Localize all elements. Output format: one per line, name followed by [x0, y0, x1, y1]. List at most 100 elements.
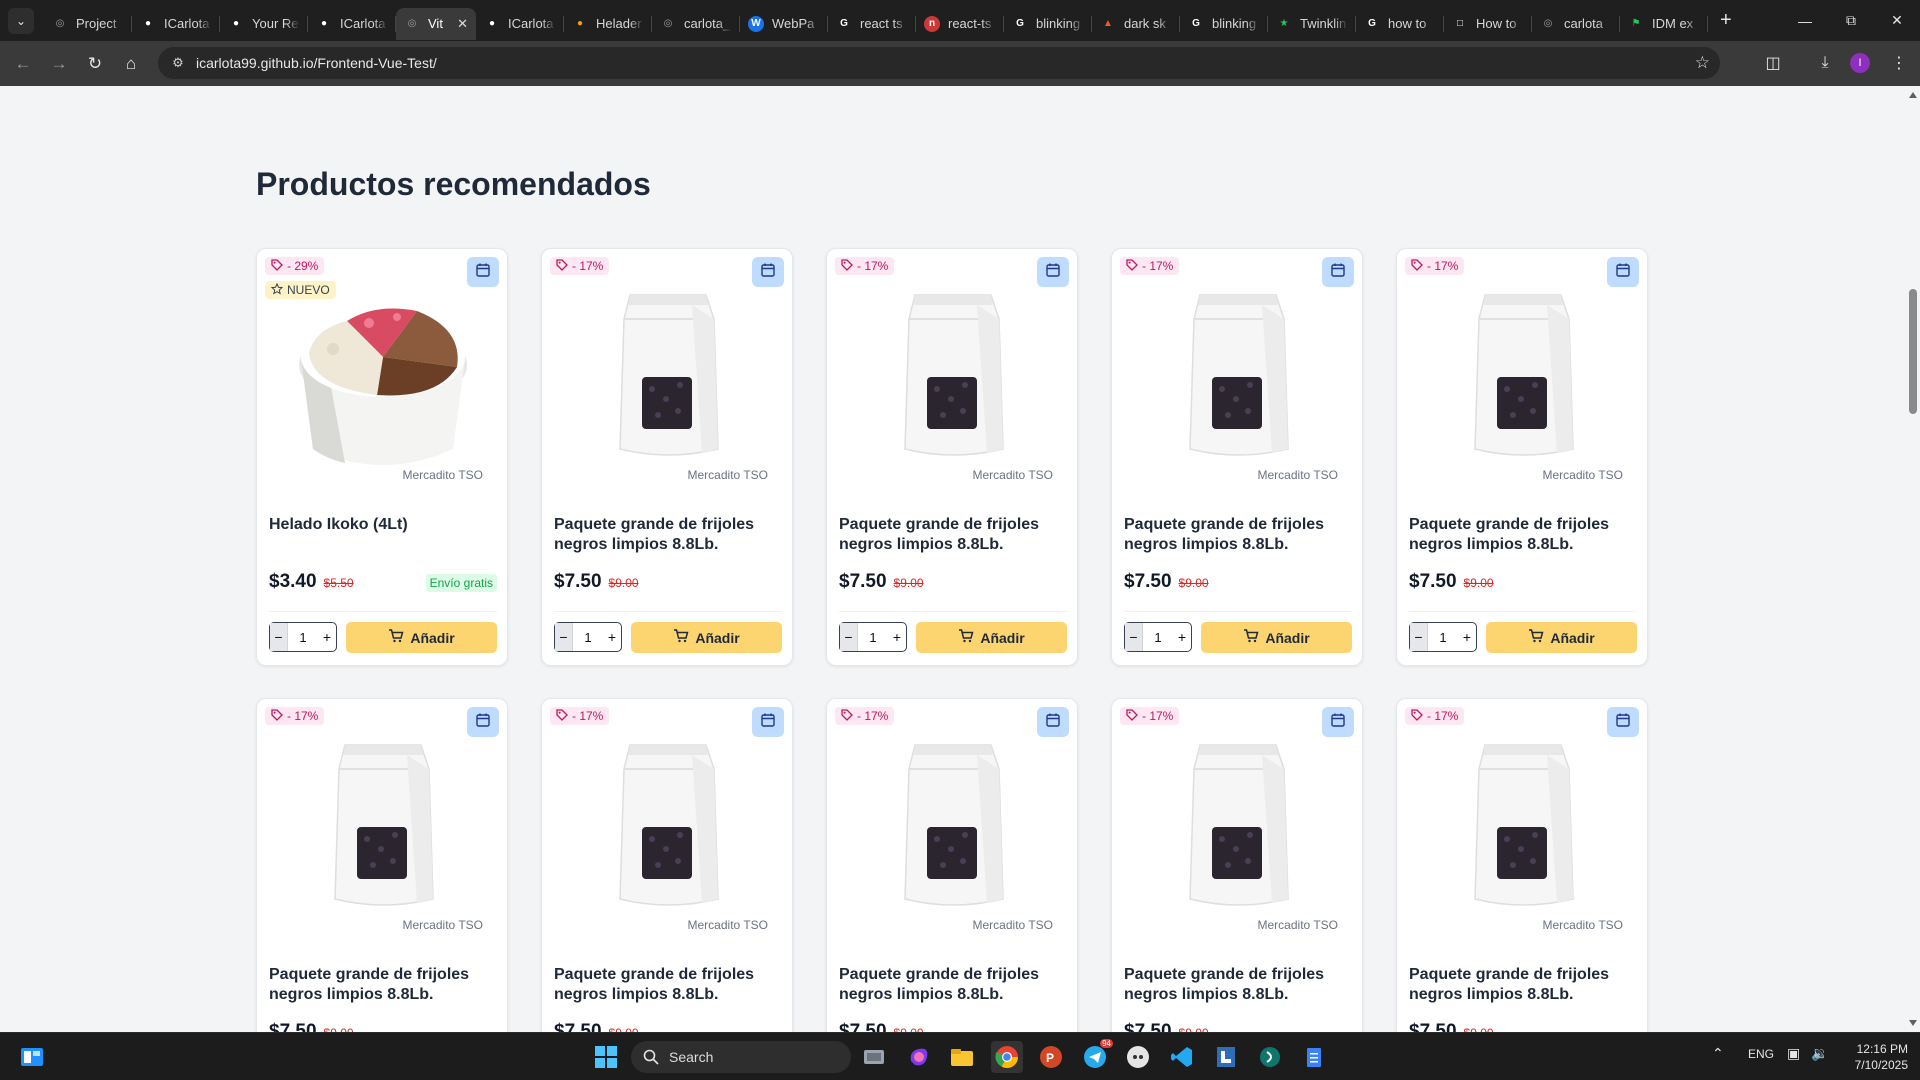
- page-scrollbar[interactable]: [1906, 86, 1920, 1032]
- download-icon[interactable]: ⤓: [1810, 48, 1840, 78]
- quantity-value[interactable]: 1: [858, 630, 888, 645]
- extensions-icon[interactable]: ◫: [1758, 48, 1788, 78]
- decrease-quantity-button[interactable]: −: [270, 623, 288, 651]
- product-title[interactable]: Helado Ikoko (4Lt): [269, 515, 497, 535]
- browser-tab[interactable]: Greact ts: [828, 8, 916, 40]
- widgets-icon[interactable]: [16, 1041, 48, 1073]
- browser-tab[interactable]: n react-ts: [916, 8, 1004, 40]
- taskbar-clock[interactable]: 12:16 PM 7/10/2025: [1855, 1041, 1908, 1073]
- calendar-button[interactable]: [1037, 707, 1069, 737]
- calendar-button[interactable]: [1607, 707, 1639, 737]
- browser-tab[interactable]: W WebPa: [740, 8, 828, 40]
- quantity-stepper[interactable]: −1 +: [1409, 622, 1477, 652]
- product-title[interactable]: Paquete grande de frijoles negros limpio…: [1124, 965, 1352, 1005]
- seller-name[interactable]: Mercadito TSO: [970, 467, 1055, 483]
- browser-tab[interactable]: Ghow to: [1356, 8, 1444, 40]
- dev-app-icon[interactable]: [1254, 1041, 1286, 1073]
- bookmark-star-icon[interactable]: ☆: [1695, 53, 1710, 73]
- add-to-cart-button[interactable]: Añadir: [631, 622, 782, 653]
- quantity-value[interactable]: 1: [1143, 630, 1173, 645]
- calendar-button[interactable]: [1607, 257, 1639, 287]
- new-tab-button[interactable]: +: [1720, 9, 1732, 32]
- browser-tab[interactable]: Gblinking: [1004, 8, 1092, 40]
- increase-quantity-button[interactable]: +: [318, 623, 336, 651]
- calendar-button[interactable]: [467, 257, 499, 287]
- browser-menu-icon[interactable]: ⋮: [1884, 48, 1914, 78]
- start-windows-icon[interactable]: [590, 1041, 622, 1073]
- app-dots-icon[interactable]: [1122, 1041, 1154, 1073]
- quantity-value[interactable]: 1: [573, 630, 603, 645]
- quantity-value[interactable]: 1: [288, 630, 318, 645]
- file-explorer-icon[interactable]: [946, 1041, 978, 1073]
- browser-tab[interactable]: ● Helader: [564, 8, 652, 40]
- browser-tab[interactable]: ◎ carlota_: [652, 8, 740, 40]
- scroll-up-icon[interactable]: [1909, 92, 1917, 98]
- decrease-quantity-button[interactable]: −: [555, 623, 573, 651]
- browser-tab[interactable]: Gblinking: [1180, 8, 1268, 40]
- browser-tab[interactable]: ● ICarlota: [132, 8, 220, 40]
- increase-quantity-button[interactable]: +: [1458, 623, 1476, 651]
- product-title[interactable]: Paquete grande de frijoles negros limpio…: [1124, 515, 1352, 555]
- chrome-icon[interactable]: [991, 1041, 1023, 1073]
- add-to-cart-button[interactable]: Añadir: [916, 622, 1067, 653]
- language-indicator[interactable]: ENG: [1748, 1047, 1774, 1061]
- scroll-thumb[interactable]: [1909, 289, 1917, 414]
- decrease-quantity-button[interactable]: −: [840, 623, 858, 651]
- seller-name[interactable]: Mercadito TSO: [1255, 917, 1340, 933]
- profile-avatar[interactable]: I: [1845, 48, 1875, 78]
- calendar-button[interactable]: [1322, 257, 1354, 287]
- network-icon[interactable]: ▣: [1787, 1045, 1800, 1062]
- add-to-cart-button[interactable]: Añadir: [346, 622, 497, 653]
- browser-tab[interactable]: ⚑ IDM ex: [1620, 8, 1708, 40]
- browser-tab[interactable]: ◎ Project: [44, 8, 132, 40]
- copilot-icon[interactable]: [903, 1041, 935, 1073]
- tray-chevron-up-icon[interactable]: ⌃: [1712, 1045, 1724, 1062]
- vscode-icon[interactable]: [1166, 1041, 1198, 1073]
- calendar-button[interactable]: [1322, 707, 1354, 737]
- calendar-button[interactable]: [752, 707, 784, 737]
- notepad-icon[interactable]: [1298, 1041, 1330, 1073]
- product-title[interactable]: Paquete grande de frijoles negros limpio…: [839, 515, 1067, 555]
- taskbar-search-box[interactable]: Search: [631, 1041, 851, 1073]
- increase-quantity-button[interactable]: +: [888, 623, 906, 651]
- browser-tab[interactable]: □ How to: [1444, 8, 1532, 40]
- forward-arrow-icon[interactable]: →: [44, 49, 74, 79]
- url-text[interactable]: icarlota99.github.io/Frontend-Vue-Test/: [196, 55, 437, 71]
- quantity-stepper[interactable]: −1 +: [554, 622, 622, 652]
- product-title[interactable]: Paquete grande de frijoles negros limpio…: [1409, 965, 1637, 1005]
- calendar-button[interactable]: [752, 257, 784, 287]
- close-window-icon[interactable]: ✕: [1874, 0, 1920, 41]
- volume-icon[interactable]: 🔉: [1811, 1045, 1828, 1062]
- seller-name[interactable]: Mercadito TSO: [400, 917, 485, 933]
- browser-tab[interactable]: ● Your Re: [220, 8, 308, 40]
- home-icon[interactable]: ⌂: [116, 49, 146, 79]
- task-view-icon[interactable]: [858, 1041, 890, 1073]
- browser-tab[interactable]: ◎ carlota: [1532, 8, 1620, 40]
- browser-tab[interactable]: ● ICarlota: [476, 8, 564, 40]
- quantity-stepper[interactable]: −1 +: [1124, 622, 1192, 652]
- seller-name[interactable]: Mercadito TSO: [1540, 917, 1625, 933]
- decrease-quantity-button[interactable]: −: [1410, 623, 1428, 651]
- product-title[interactable]: Paquete grande de frijoles negros limpio…: [269, 965, 497, 1005]
- tab-search-chevron-icon[interactable]: ⌄: [8, 7, 34, 34]
- calendar-button[interactable]: [1037, 257, 1069, 287]
- address-bar[interactable]: ⚙ icarlota99.github.io/Frontend-Vue-Test…: [158, 47, 1720, 79]
- scroll-down-icon[interactable]: [1909, 1020, 1917, 1026]
- libreoffice-icon[interactable]: [1210, 1041, 1242, 1073]
- quantity-value[interactable]: 1: [1428, 630, 1458, 645]
- close-tab-icon[interactable]: ✕: [457, 16, 468, 32]
- minimize-window-icon[interactable]: —: [1782, 0, 1828, 41]
- seller-name[interactable]: Mercadito TSO: [1540, 467, 1625, 483]
- add-to-cart-button[interactable]: Añadir: [1486, 622, 1637, 653]
- seller-name[interactable]: Mercadito TSO: [400, 467, 485, 483]
- seller-name[interactable]: Mercadito TSO: [1255, 467, 1340, 483]
- product-title[interactable]: Paquete grande de frijoles negros limpio…: [554, 515, 782, 555]
- browser-tab[interactable]: ● ICarlota: [308, 8, 396, 40]
- site-settings-icon[interactable]: ⚙: [170, 55, 186, 71]
- browser-tab[interactable]: ★ Twinklin: [1268, 8, 1356, 40]
- browser-tab[interactable]: ▲ dark sk: [1092, 8, 1180, 40]
- add-to-cart-button[interactable]: Añadir: [1201, 622, 1352, 653]
- product-title[interactable]: Paquete grande de frijoles negros limpio…: [839, 965, 1067, 1005]
- increase-quantity-button[interactable]: +: [603, 623, 621, 651]
- reload-icon[interactable]: ↻: [80, 49, 110, 79]
